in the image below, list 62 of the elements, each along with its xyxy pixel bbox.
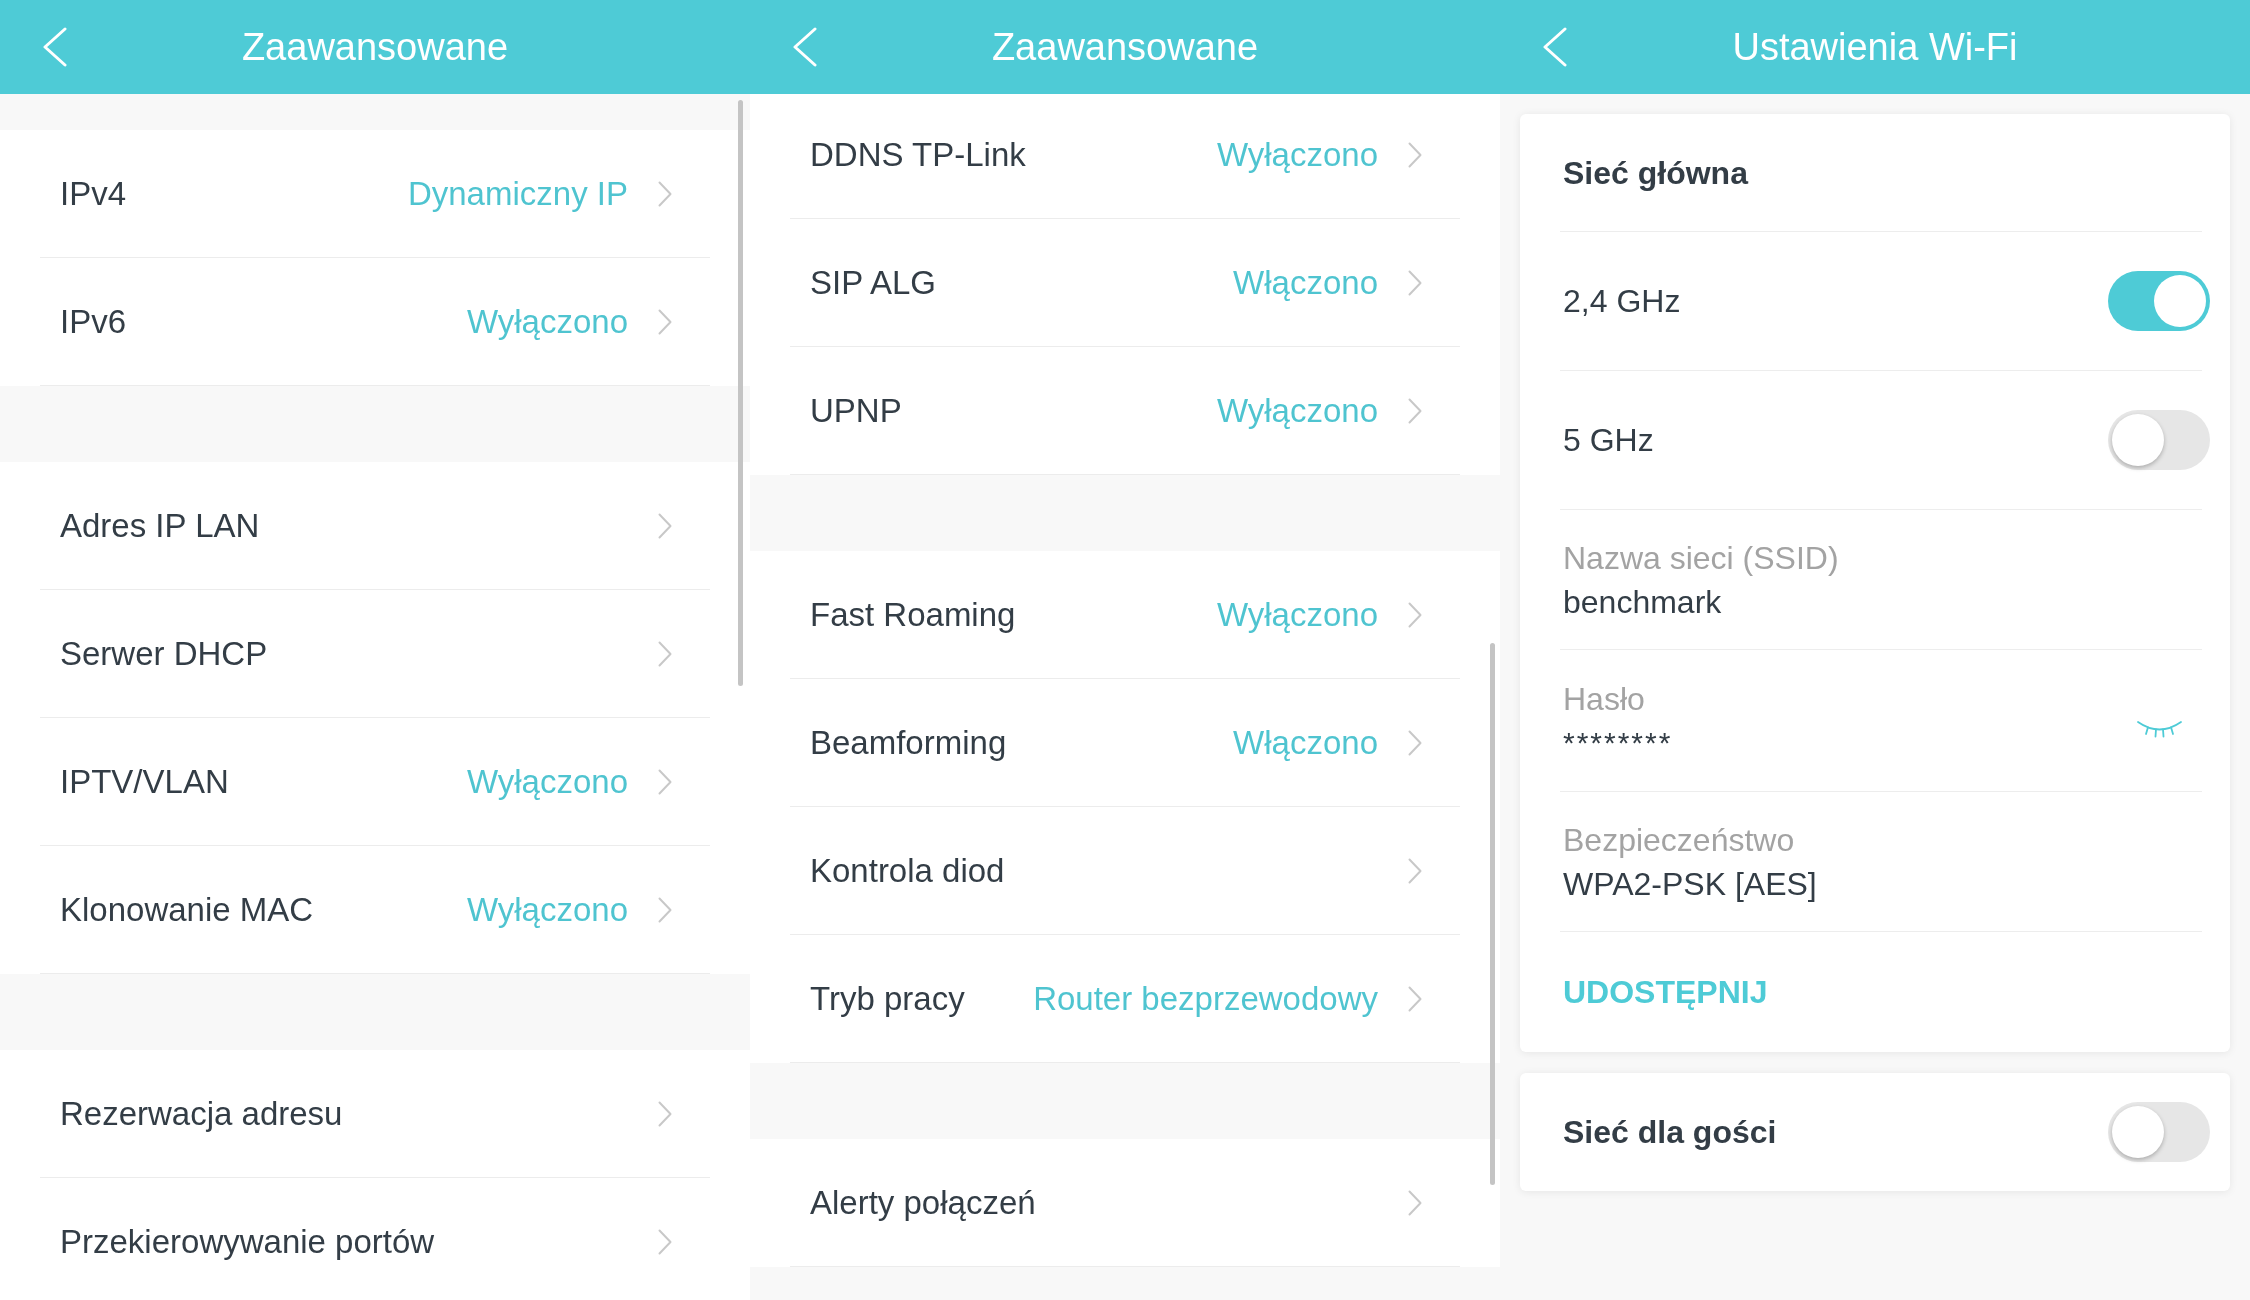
field-label: Nazwa sieci (SSID) [1563, 538, 1839, 578]
screen-title: Zaawansowane [991, 25, 1259, 70]
row-label: IPv6 [60, 301, 127, 342]
chevron-right-icon [1408, 601, 1422, 628]
row-label: Kontrola diod [810, 850, 1005, 891]
chevron-right-icon [658, 512, 672, 539]
password-value: ******** [1563, 724, 1673, 761]
field-label: Bezpieczeństwo [1563, 820, 1795, 860]
row-value: Wyłączono [1216, 134, 1378, 175]
row-value: Router bezprzewodowy [1033, 978, 1378, 1019]
row-label: IPv4 [60, 173, 127, 214]
chevron-right-icon [1408, 857, 1422, 884]
row-value: Wyłączono [466, 301, 628, 342]
row-label: UPNP [810, 390, 902, 431]
chevron-right-icon [1408, 1189, 1422, 1216]
chevron-right-icon [658, 180, 672, 207]
chevron-right-icon [1408, 729, 1422, 756]
row-value: Dynamiczny IP [407, 173, 628, 214]
screen-title: Ustawienia Wi-Fi [1732, 25, 2018, 70]
chevron-right-icon [658, 896, 672, 923]
chevron-right-icon [658, 768, 672, 795]
back-icon[interactable] [43, 27, 67, 67]
row-label: Alerty połączeń [810, 1182, 1036, 1223]
chevron-right-icon [1408, 269, 1422, 296]
chevron-right-icon [658, 1228, 672, 1255]
back-icon[interactable] [1543, 27, 1567, 67]
toggle-label: 5 GHz [1562, 421, 1654, 460]
field-label: Hasło [1563, 679, 1645, 719]
row-label: Serwer DHCP [60, 633, 268, 674]
closed-eye-icon[interactable] [2136, 718, 2183, 739]
row-label: Tryb pracy [810, 978, 965, 1019]
chevron-right-icon [1408, 397, 1422, 424]
toggle-switch[interactable] [2108, 410, 2210, 470]
row-label: Adres IP LAN [60, 505, 260, 546]
row-value: Wyłączono [1216, 594, 1378, 635]
toggle-label: 2,4 GHz [1562, 282, 1681, 321]
chevron-right-icon [658, 640, 672, 667]
screen-title: Zaawansowane [241, 25, 509, 70]
row-label: Fast Roaming [810, 594, 1016, 635]
row-label: Rezerwacja adresu [60, 1093, 343, 1134]
row-value: Wyłączono [466, 761, 628, 802]
chevron-right-icon [658, 1100, 672, 1127]
row-value: Wyłączono [1216, 390, 1378, 431]
row-label: IPTV/VLAN [60, 761, 229, 802]
toggle-switch[interactable] [2108, 271, 2210, 331]
row-label: Beamforming [810, 722, 1007, 763]
row-value: Wyłączono [466, 889, 628, 930]
chevron-right-icon [658, 308, 672, 335]
back-icon[interactable] [793, 27, 817, 67]
chevron-right-icon [1408, 985, 1422, 1012]
row-label: Przekierowywanie portów [60, 1221, 435, 1262]
toggle-switch[interactable] [2108, 1102, 2210, 1162]
field-value: benchmark [1563, 582, 1722, 622]
row-value: Włączono [1233, 722, 1378, 763]
row-label: DDNS TP-Link [810, 134, 1026, 175]
row-label: SIP ALG [810, 262, 936, 303]
card-title: Sieć dla gości [1562, 1113, 1777, 1152]
chevron-right-icon [1408, 141, 1422, 168]
card-title: Sieć główna [1562, 153, 1748, 193]
row-value: Włączono [1233, 262, 1378, 303]
row-label: Klonowanie MAC [60, 889, 314, 930]
field-value: WPA2-PSK [AES] [1563, 864, 1817, 904]
